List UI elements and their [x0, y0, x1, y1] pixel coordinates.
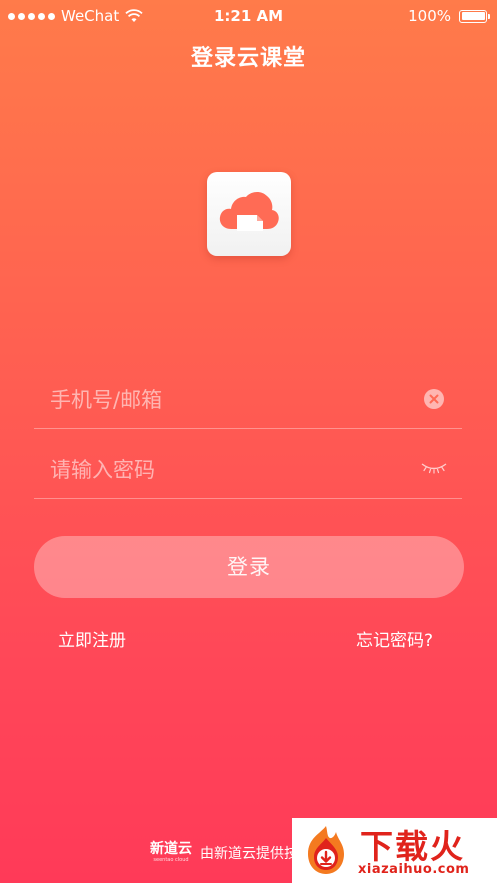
forgot-password-link[interactable]: 忘记密码? [356, 626, 433, 651]
register-link[interactable]: 立即注册 [58, 626, 126, 651]
battery-icon [459, 9, 490, 23]
battery-percentage: 100% [408, 7, 451, 25]
app-logo [207, 172, 291, 256]
footer: 新道云 seentao cloud 由新道云提供技 [150, 841, 298, 864]
watermark-url: xiazaihuo.com [358, 862, 470, 877]
watermark: 下载火 xiazaihuo.com [292, 818, 497, 883]
phone-email-field [34, 363, 462, 429]
page-title: 登录云课堂 [190, 46, 306, 71]
provider-brand-name: 新道云 [150, 841, 192, 857]
password-field [34, 433, 462, 499]
clear-icon[interactable] [424, 389, 444, 409]
login-screen: WeChat 1:21 AM 100% 登录云课堂 手机号/邮箱 登录 立即注册… [0, 0, 497, 883]
provider-logo: 新道云 seentao cloud [150, 841, 192, 864]
login-button[interactable]: 登录 [34, 536, 464, 598]
phone-email-input[interactable] [48, 381, 412, 419]
status-bar: WeChat 1:21 AM 100% [0, 0, 497, 30]
provider-brand-en: seentao cloud [153, 857, 189, 863]
watermark-title: 下载火 [360, 827, 465, 866]
password-input[interactable] [48, 451, 412, 489]
flame-download-icon [308, 826, 344, 874]
status-right: 100% [408, 7, 490, 25]
cloud-logo-icon [219, 191, 279, 231]
provider-text: 由新道云提供技 [200, 845, 298, 862]
eye-closed-icon[interactable] [420, 461, 448, 475]
